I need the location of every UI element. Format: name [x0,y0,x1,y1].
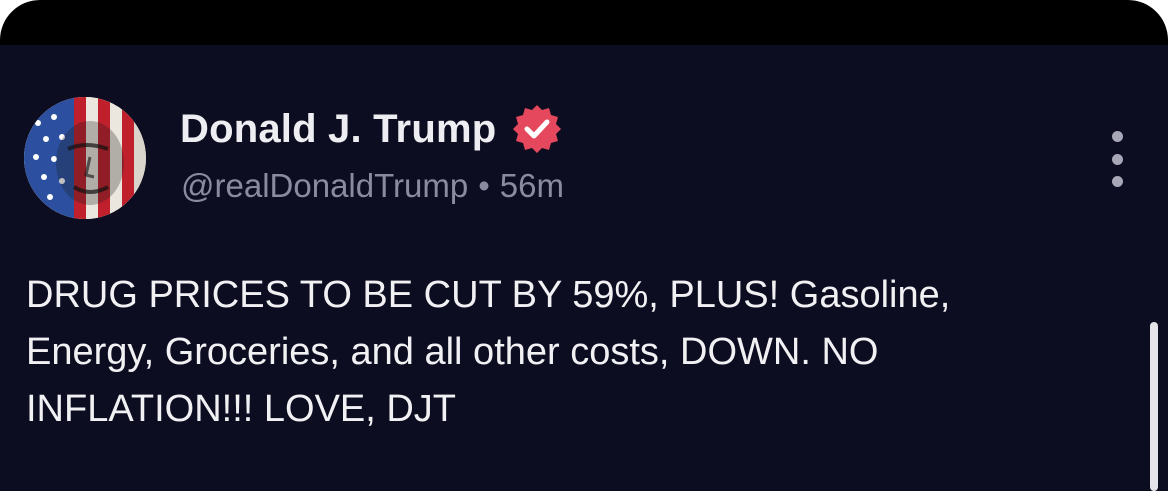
flag-portrait-image [24,97,146,219]
avatar[interactable] [24,97,146,219]
post-card[interactable]: Donald J. Trump @realDonaldTrump • 56m DRU… [0,45,1168,491]
post-time[interactable]: 56m [500,167,564,204]
app-frame: Donald J. Trump @realDonaldTrump • 56m DRU… [0,0,1168,491]
scrollbar[interactable] [1150,322,1158,491]
handle-row: @realDonaldTrump • 56m [181,167,564,205]
separator-dot: • [478,167,490,204]
more-vertical-icon[interactable] [1100,131,1134,187]
post-text: DRUG PRICES TO BE CUT BY 59%, PLUS! Gaso… [26,274,951,430]
author-row: Donald J. Trump [180,103,564,155]
verified-badge-icon [510,102,564,156]
more-dot [1111,153,1123,165]
author-name[interactable]: Donald J. Trump [180,107,496,152]
author-handle[interactable]: @realDonaldTrump [181,167,468,204]
more-dot [1111,131,1123,142]
more-dot [1111,176,1123,187]
